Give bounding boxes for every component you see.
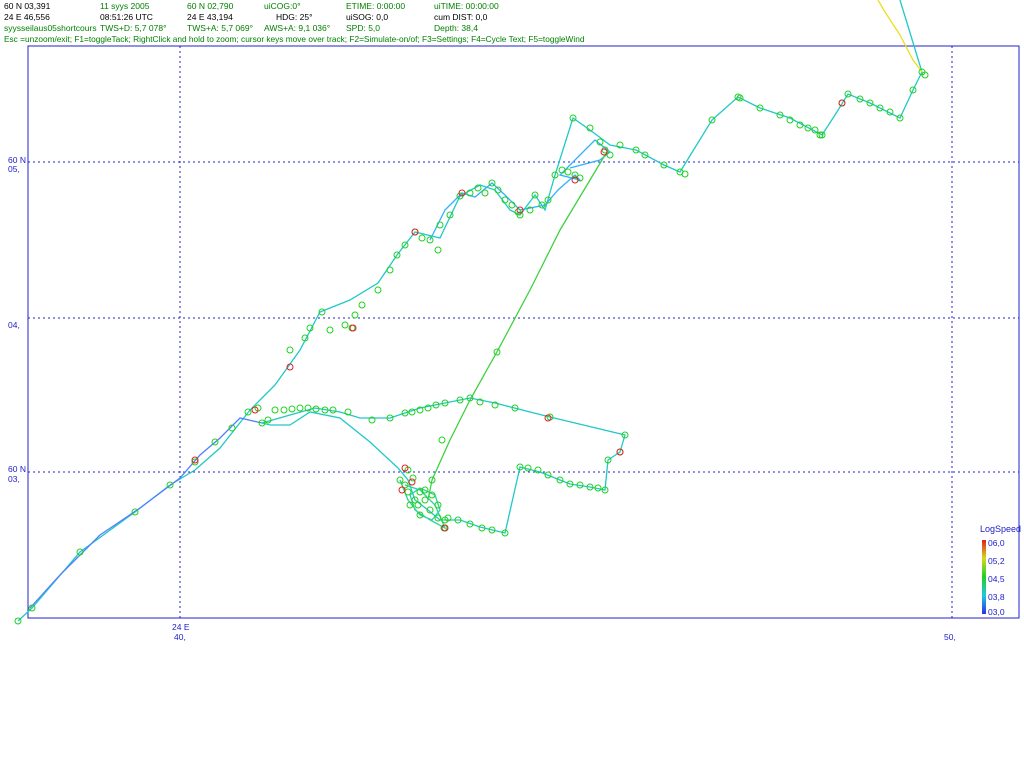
track-marker	[418, 234, 426, 242]
track-segment	[877, 0, 923, 73]
legend-value: 06,0	[988, 538, 1005, 548]
track-markers	[14, 68, 929, 625]
track-marker	[288, 405, 296, 413]
lat-05-min-label: 05,	[8, 164, 20, 174]
legend-colorbar	[982, 540, 986, 614]
track-segment	[17, 0, 923, 622]
lat-04-min-label: 04,	[8, 320, 20, 330]
track-marker	[404, 488, 412, 496]
track-marker	[374, 286, 382, 294]
track-marker	[358, 301, 366, 309]
lon-40-deg-label: 24 E	[172, 622, 190, 632]
legend-value: 03,8	[988, 592, 1005, 602]
track-marker	[296, 404, 304, 412]
legend-value: 04,5	[988, 574, 1005, 584]
lon-40-min-label: 40,	[174, 632, 186, 642]
legend-value: 03,0	[988, 607, 1005, 617]
track-lines	[17, 0, 923, 622]
legend-value: 05,2	[988, 556, 1005, 566]
track-marker	[438, 436, 446, 444]
track-marker	[386, 266, 394, 274]
track-map[interactable]	[0, 0, 1024, 768]
legend-bar	[982, 540, 986, 614]
legend-title: LogSpeed	[980, 524, 1022, 534]
track-marker-fast	[600, 148, 608, 156]
track-marker	[421, 496, 429, 504]
track-marker	[409, 474, 417, 482]
track-marker	[481, 189, 489, 197]
map-frame	[27, 45, 1020, 619]
track-marker	[564, 168, 572, 176]
lat-03-deg-label: 60 N	[8, 464, 26, 474]
track-marker	[264, 416, 272, 424]
track-marker	[434, 246, 442, 254]
track-marker	[341, 321, 349, 329]
track-segment	[429, 139, 612, 241]
track-marker	[351, 311, 359, 319]
track-marker	[271, 406, 279, 414]
track-marker	[286, 346, 294, 354]
track-marker	[681, 170, 689, 178]
track-marker	[606, 151, 614, 159]
grid-lines	[28, 46, 1019, 618]
track-marker-fast	[408, 478, 416, 486]
track-segment	[261, 397, 626, 534]
lat-03-min-label: 03,	[8, 474, 20, 484]
lon-50-min-label: 50,	[944, 632, 956, 642]
track-marker	[326, 326, 334, 334]
track-marker	[280, 406, 288, 414]
track-segment	[29, 417, 263, 609]
